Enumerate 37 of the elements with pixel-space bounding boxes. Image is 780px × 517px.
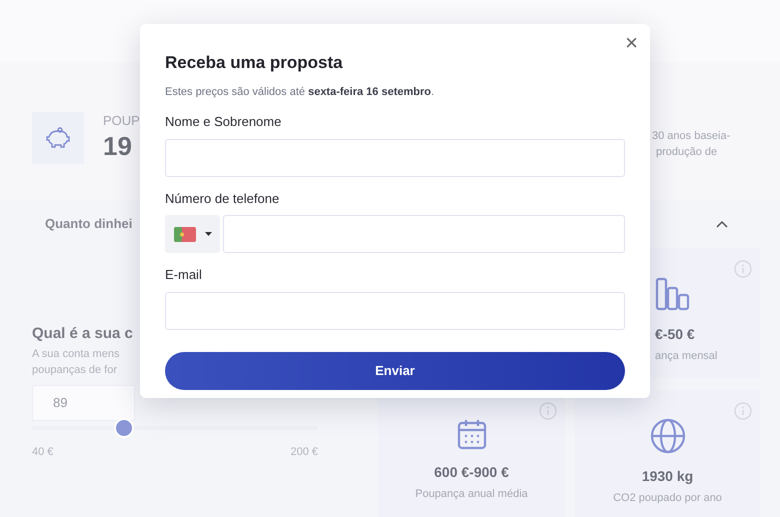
bill-hint: A sua conta mens xyxy=(32,346,120,362)
bill-title: Qual é a sua c xyxy=(32,324,134,344)
description-text: 30 anos baseia- xyxy=(652,129,730,144)
field-label: Número de telefone xyxy=(165,190,280,208)
field-label: Nome e Sobrenome xyxy=(165,113,282,131)
country-select[interactable] xyxy=(165,215,220,253)
info-icon[interactable] xyxy=(734,260,752,278)
close-button[interactable]: × xyxy=(625,32,638,54)
stat-value: 600 €-900 € xyxy=(434,463,509,482)
slider-min: 40 € xyxy=(32,444,54,460)
bill-hint: poupanças de for xyxy=(32,362,118,378)
submit-button[interactable]: Enviar xyxy=(165,352,625,390)
slider-max: 200 € xyxy=(290,444,318,460)
caret-icon xyxy=(204,232,212,236)
chevron-up-icon[interactable] xyxy=(716,220,728,228)
dialog-title: Receba uma proposta xyxy=(165,52,344,74)
field-label: E-mail xyxy=(165,266,203,284)
text-input[interactable] xyxy=(165,138,625,176)
text-input[interactable] xyxy=(165,292,625,330)
info-icon[interactable] xyxy=(539,402,557,420)
calendar-icon xyxy=(456,418,486,450)
stat-value: 1930 kg xyxy=(642,467,694,486)
stat-label: Poupança anual média xyxy=(415,487,528,502)
phone-input[interactable] xyxy=(223,215,625,253)
savings-value: 19 xyxy=(103,133,133,159)
globe-icon xyxy=(650,418,686,454)
stat-value: €-50 € xyxy=(655,325,695,344)
savings-label: POUP xyxy=(103,114,140,127)
dialog-subtitle: Estes preços são válidos até sexta-feira 16 setembro. xyxy=(165,84,436,100)
flag-icon xyxy=(174,226,196,242)
description-text: produção de xyxy=(656,145,718,160)
stat-label: CO2 poupado por ano xyxy=(613,491,722,506)
bar-chart-icon xyxy=(655,276,691,312)
info-icon[interactable] xyxy=(734,402,752,420)
stat-label: ança mensal xyxy=(655,349,718,364)
piggy-bank-icon xyxy=(45,127,71,149)
question-text: Quanto dinhei xyxy=(45,215,132,234)
